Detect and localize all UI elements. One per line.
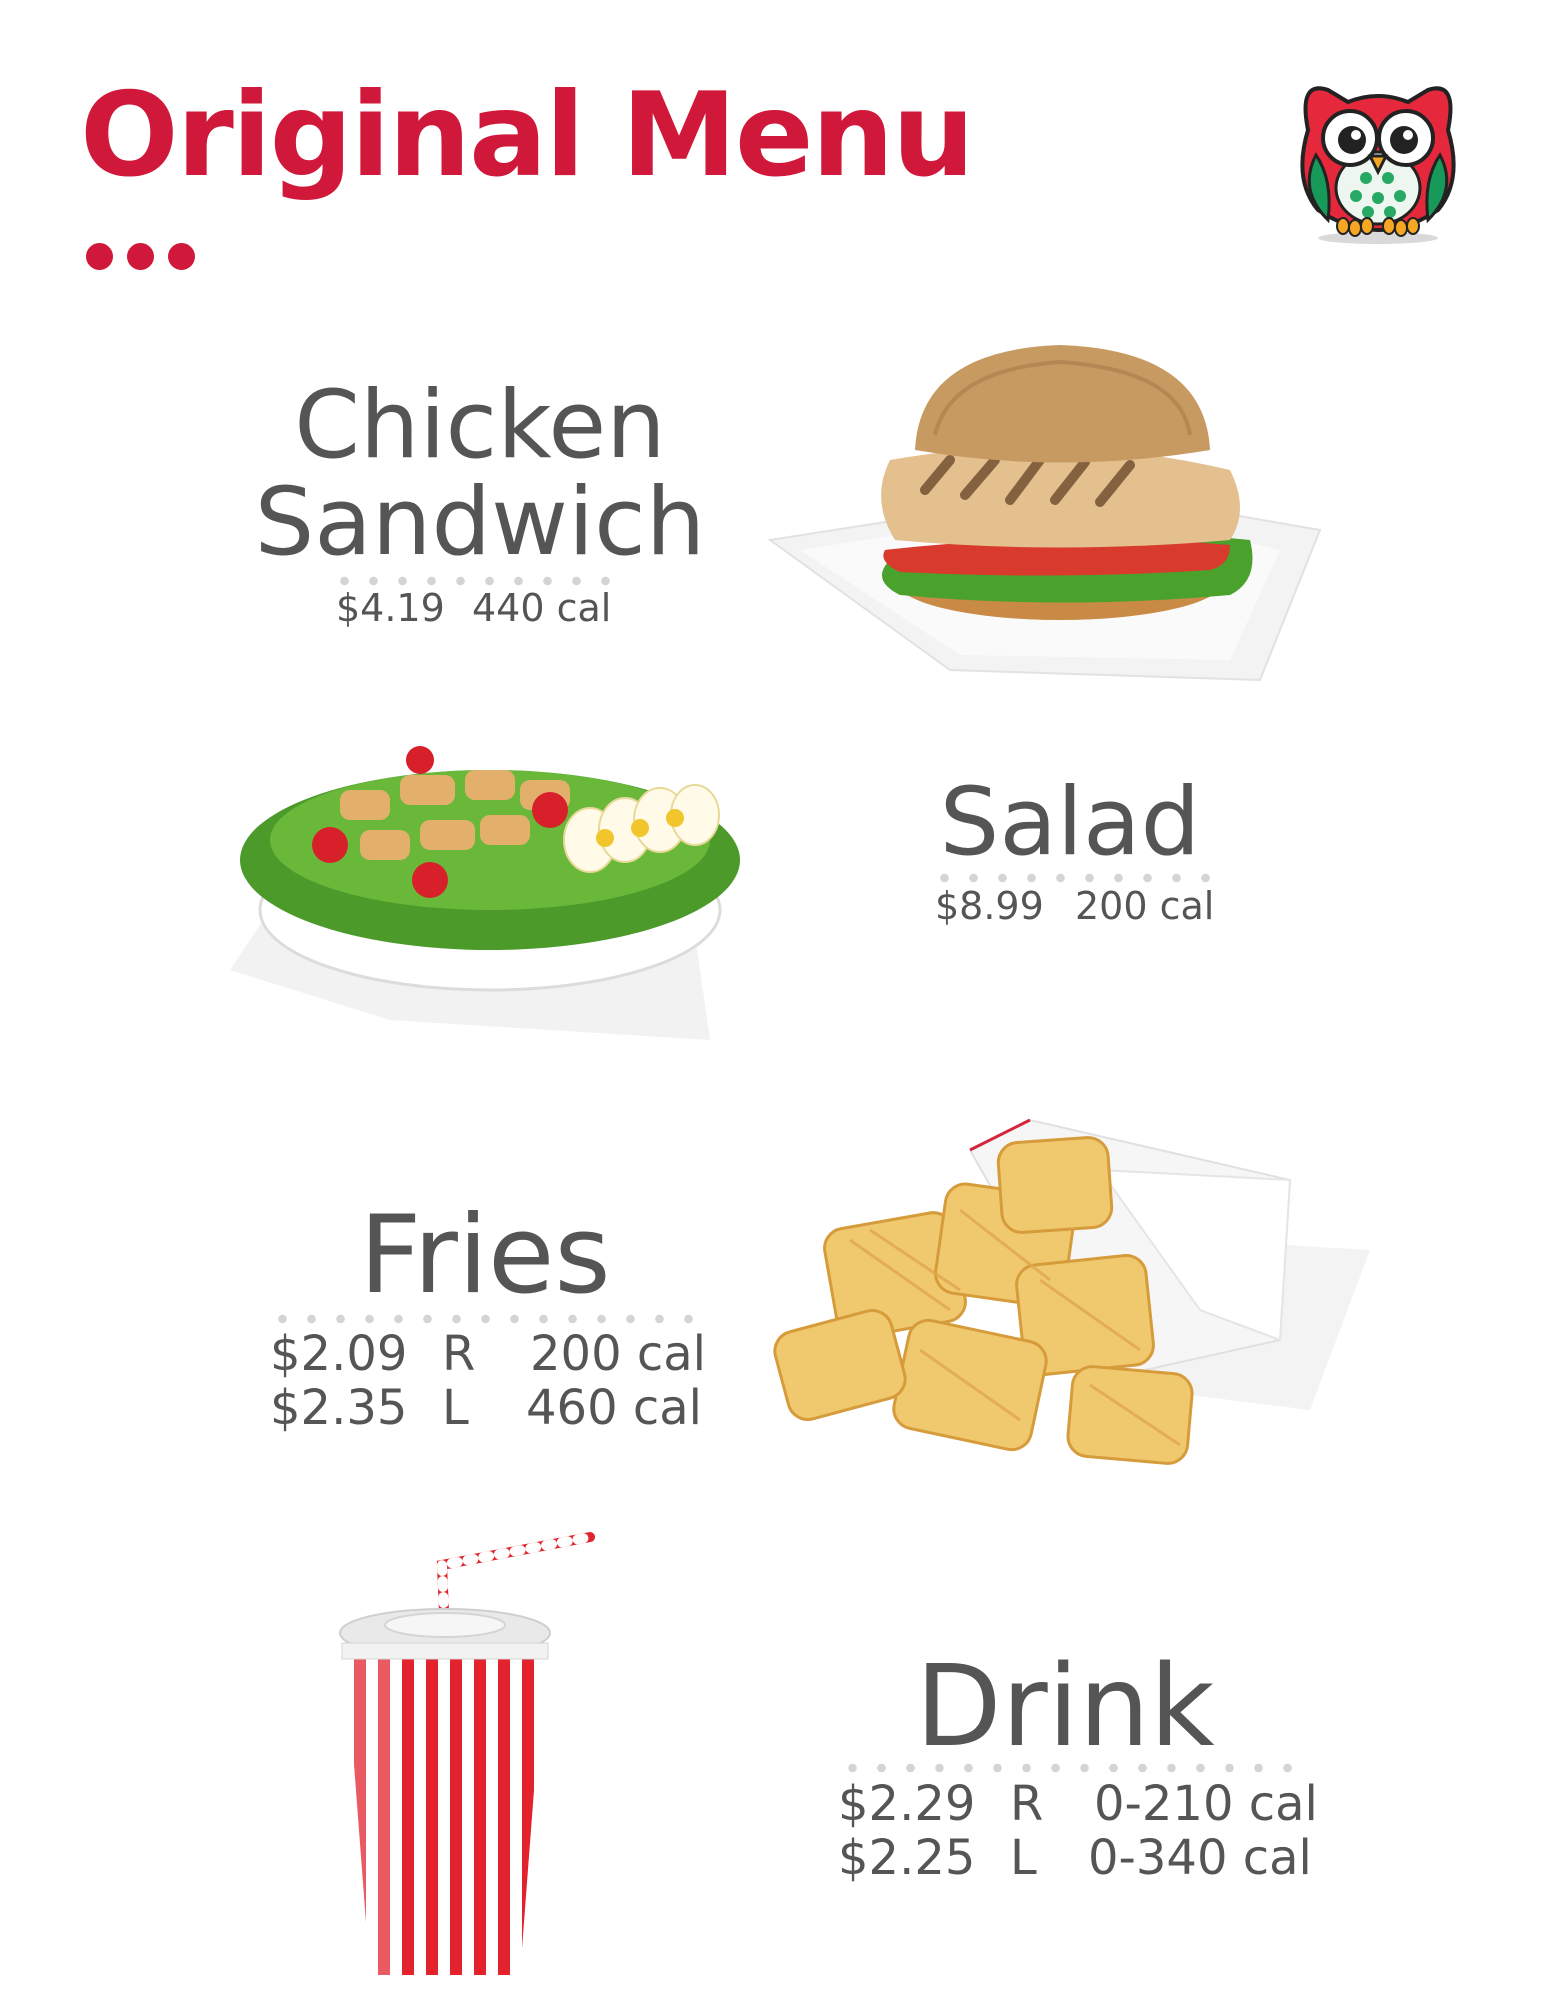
item-name-chicken-sandwich: Chicken Sandwich (240, 371, 720, 577)
price-row: $2.35 L 460 cal (270, 1380, 703, 1436)
owl-mascot-icon (1288, 60, 1468, 246)
item-name-line: Salad (939, 768, 1201, 877)
chicken-sandwich-image (760, 340, 1340, 690)
item-name-drink: Drink (900, 1642, 1230, 1772)
price: $8.99 (935, 884, 1044, 928)
price: $2.29 (838, 1776, 976, 1832)
calories: 200 cal (530, 1326, 707, 1382)
drink-cup-image (330, 1525, 610, 1985)
price-row: $2.09 R 200 cal (270, 1326, 706, 1382)
calories: 460 cal (526, 1380, 703, 1436)
size: L (442, 1380, 469, 1436)
dotted-divider (330, 576, 630, 586)
size: R (442, 1326, 476, 1382)
price: $2.09 (270, 1326, 408, 1382)
calories: 440 cal (472, 586, 612, 630)
calories: 200 cal (1075, 884, 1215, 928)
price: $2.25 (838, 1830, 976, 1886)
waffle-fries-image (770, 1110, 1370, 1490)
item-name-line: Chicken (294, 371, 666, 480)
item-name-line: Drink (915, 1642, 1215, 1772)
dotted-divider (838, 1763, 1298, 1773)
item-name-line: Sandwich (254, 467, 706, 577)
size: L (1010, 1830, 1037, 1886)
item-name-fries: Fries (280, 1200, 690, 1311)
page-title: Original Menu (80, 68, 975, 203)
calories: 0-340 cal (1088, 1830, 1312, 1886)
item-name-salad: Salad (880, 768, 1260, 877)
price-row: $8.99 200 cal (935, 884, 1235, 930)
price-row: $4.19 440 cal (336, 586, 656, 632)
price: $4.19 (336, 586, 445, 630)
item-name-line: Fries (359, 1193, 611, 1318)
dotted-divider (268, 1314, 698, 1324)
calories: 0-210 cal (1094, 1776, 1318, 1832)
price: $2.35 (270, 1380, 408, 1436)
price-row: $2.25 L 0-340 cal (838, 1830, 1312, 1886)
price-row: $2.29 R 0-210 cal (838, 1776, 1318, 1832)
title-dots-decoration (86, 243, 195, 270)
dotted-divider (930, 873, 1210, 883)
size: R (1010, 1776, 1044, 1832)
salad-bowl-image (210, 720, 770, 1050)
